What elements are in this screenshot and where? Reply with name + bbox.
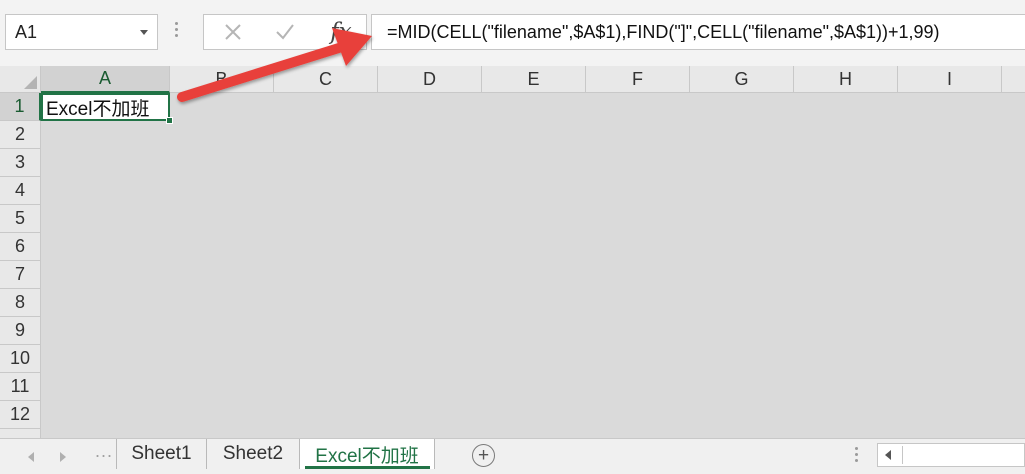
- worksheet-grid: A B C D E F G H I 1 2 3 4 5 6 7 8 9 10 1…: [0, 66, 1025, 438]
- cell-area[interactable]: [41, 93, 1025, 438]
- row-header-7[interactable]: 7: [0, 261, 41, 289]
- scroll-tabs-right-icon[interactable]: [60, 452, 66, 462]
- row-header-1[interactable]: 1: [0, 93, 41, 121]
- scroll-tabs-left-icon[interactable]: [28, 452, 34, 462]
- select-all-icon: [24, 76, 37, 89]
- row-header-3[interactable]: 3: [0, 149, 41, 177]
- column-header-a[interactable]: A: [41, 66, 170, 93]
- formula-bar: A1 fx =MID(CELL("filename",$A$1),FIND("]…: [0, 0, 1025, 66]
- column-header-g[interactable]: G: [690, 66, 794, 93]
- row-header-10[interactable]: 10: [0, 345, 41, 373]
- insert-function-button[interactable]: fx: [324, 15, 358, 49]
- column-header-b[interactable]: B: [170, 66, 274, 93]
- horizontal-scrollbar[interactable]: [877, 443, 1025, 467]
- row-header-2[interactable]: 2: [0, 121, 41, 149]
- check-icon[interactable]: [270, 15, 300, 49]
- cell-a1[interactable]: Excel不加班: [41, 93, 170, 121]
- scrollbar-thumb[interactable]: [902, 446, 1024, 464]
- scroll-left-icon[interactable]: [885, 450, 891, 460]
- row-header-9[interactable]: 9: [0, 317, 41, 345]
- chevron-down-icon[interactable]: [140, 30, 148, 35]
- select-all-button[interactable]: [0, 66, 41, 93]
- row-header-4[interactable]: 4: [0, 177, 41, 205]
- grip-icon[interactable]: [175, 22, 179, 42]
- active-tab-indicator: [305, 466, 430, 469]
- name-box-value: A1: [15, 21, 38, 42]
- fill-handle[interactable]: [166, 117, 173, 124]
- column-header-d[interactable]: D: [378, 66, 482, 93]
- row-header-partial[interactable]: [0, 429, 41, 438]
- column-header-e[interactable]: E: [482, 66, 586, 93]
- cell-a1-value: Excel不加班: [46, 98, 150, 120]
- row-header-12[interactable]: 12: [0, 401, 41, 429]
- row-header-5[interactable]: 5: [0, 205, 41, 233]
- sheet-tab-active[interactable]: Excel不加班: [300, 439, 435, 469]
- name-box[interactable]: A1: [5, 14, 158, 50]
- more-tabs-icon[interactable]: ...: [95, 441, 113, 462]
- splitter-icon[interactable]: [855, 447, 859, 465]
- column-header-i[interactable]: I: [898, 66, 1002, 93]
- column-header-f[interactable]: F: [586, 66, 690, 93]
- column-header-c[interactable]: C: [274, 66, 378, 93]
- row-header-11[interactable]: 11: [0, 373, 41, 401]
- sheet-tab-bar: ... Sheet1 Sheet2 Excel不加班 +: [0, 438, 1025, 474]
- row-header-8[interactable]: 8: [0, 289, 41, 317]
- column-header-partial[interactable]: [1002, 66, 1025, 93]
- sheet-tab-sheet2[interactable]: Sheet2: [207, 439, 300, 469]
- column-header-h[interactable]: H: [794, 66, 898, 93]
- sheet-tab-sheet1[interactable]: Sheet1: [116, 439, 207, 469]
- formula-buttons: fx: [203, 14, 367, 50]
- row-header-6[interactable]: 6: [0, 233, 41, 261]
- cancel-icon[interactable]: [218, 15, 248, 49]
- add-sheet-button[interactable]: +: [472, 444, 495, 467]
- formula-input[interactable]: =MID(CELL("filename",$A$1),FIND("]",CELL…: [371, 14, 1025, 50]
